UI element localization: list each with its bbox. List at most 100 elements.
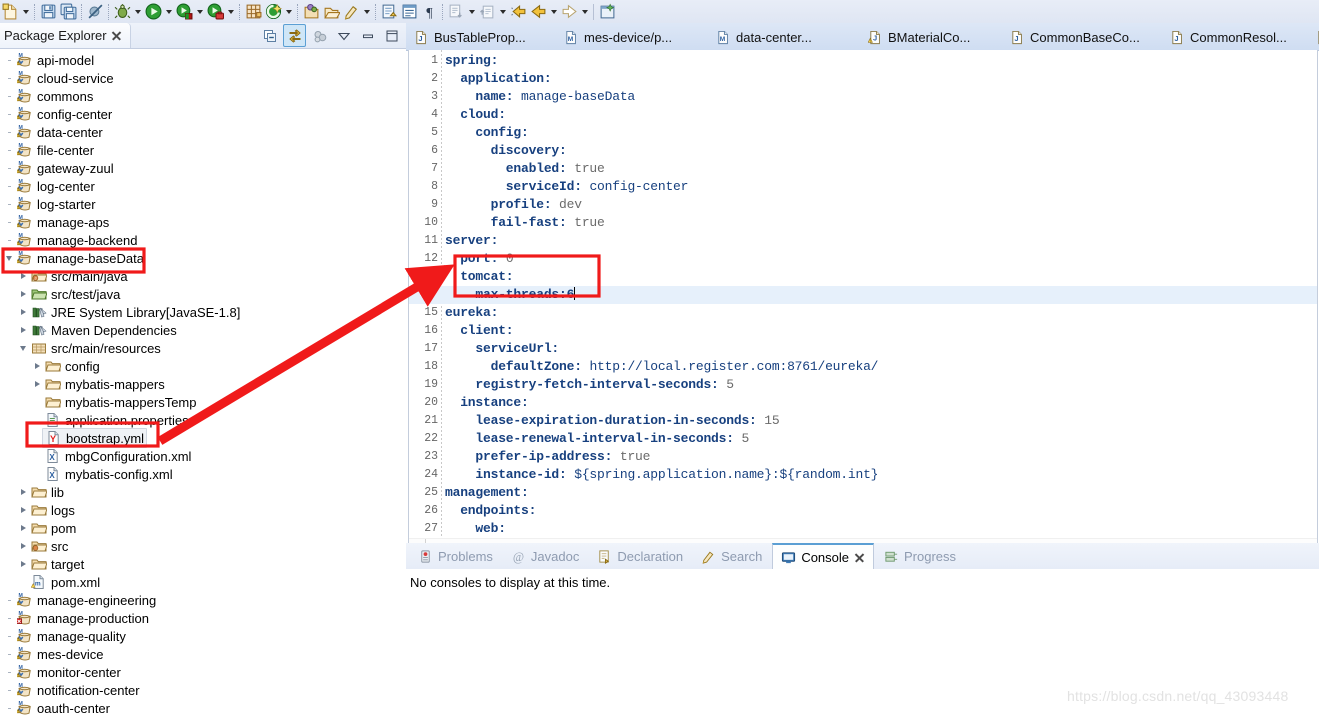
tree-item[interactable]: M!mes-device — [0, 645, 406, 663]
tree-item-content[interactable]: logs — [30, 501, 75, 519]
minimize-icon[interactable] — [357, 25, 378, 46]
tree-item[interactable]: target — [0, 555, 406, 573]
package-explorer-tab[interactable]: Package Explorer — [0, 23, 131, 48]
prevedit-dropdown[interactable] — [497, 2, 508, 22]
tree-item-content[interactable]: application.properties — [44, 411, 189, 429]
run-coverage-icon[interactable] — [174, 2, 194, 22]
editor-tab[interactable]: Mmes-device/p... — [556, 24, 708, 50]
tree-item[interactable]: M!log-starter — [0, 195, 406, 213]
tree-item[interactable]: Mmanage-production — [0, 609, 406, 627]
code-line[interactable]: profile: dev — [445, 196, 1317, 214]
code-line[interactable]: server: — [445, 232, 1317, 250]
tree-item[interactable]: M!config-center — [0, 105, 406, 123]
collapse-all-icon[interactable] — [259, 25, 280, 46]
code-line[interactable]: max-threads:6 — [409, 286, 1318, 304]
expand-arrow-icon[interactable] — [16, 303, 30, 321]
tree-item[interactable]: src/test/java — [0, 285, 406, 303]
collapse-arrow-icon[interactable] — [16, 339, 30, 357]
coverage-dropdown[interactable] — [194, 2, 205, 22]
tree-item-content[interactable]: mpom.xml — [30, 573, 100, 591]
tree-item-content[interactable]: mybatis-mappersTemp — [44, 393, 197, 411]
tree-item[interactable]: config — [0, 357, 406, 375]
tree-item-content[interactable]: M!mes-device — [16, 645, 103, 663]
tree-item[interactable]: Xmybatis-config.xml — [0, 465, 406, 483]
debug-dropdown[interactable] — [132, 2, 143, 22]
tree-item[interactable]: M!monitor-center — [0, 663, 406, 681]
toggle-mark-occurrences-icon[interactable] — [399, 2, 419, 22]
tree-item-content[interactable]: M!file-center — [16, 141, 94, 159]
tree-item[interactable]: M!notification-center — [0, 681, 406, 699]
expand-arrow-icon[interactable] — [16, 519, 30, 537]
tree-item-content[interactable]: Xmybatis-config.xml — [44, 465, 173, 483]
tree-item-content[interactable]: M!manage-baseData — [16, 249, 144, 267]
tree-item-content[interactable]: M!monitor-center — [16, 663, 121, 681]
open-type-icon[interactable] — [301, 2, 321, 22]
code-line[interactable]: defaultZone: http://local.register.com:8… — [445, 358, 1317, 376]
code-line[interactable]: spring: — [445, 52, 1317, 70]
code-line[interactable]: port: 0 — [445, 250, 1317, 268]
save-icon[interactable] — [38, 2, 58, 22]
editor-tab[interactable]: J!BMaterialCo... — [860, 24, 1002, 50]
expand-arrow-icon[interactable] — [16, 483, 30, 501]
run-dropdown[interactable] — [163, 2, 174, 22]
code-line[interactable]: lease-expiration-duration-in-seconds: 15 — [445, 412, 1317, 430]
prev-edit-icon[interactable] — [477, 2, 497, 22]
focus-on-active-task-icon[interactable] — [309, 25, 330, 46]
back-dropdown[interactable] — [548, 2, 559, 22]
tree-item-content[interactable]: M!config-center — [16, 105, 112, 123]
code-lines[interactable]: spring: application: name: manage-baseDa… — [445, 50, 1317, 542]
tree-item-content[interactable]: src/test/java — [30, 285, 120, 303]
next-annotation-icon[interactable] — [379, 2, 399, 22]
code-line[interactable]: registry-fetch-interval-seconds: 5 — [445, 376, 1317, 394]
bottom-tab[interactable]: Search — [693, 544, 770, 569]
open-task-icon[interactable] — [321, 2, 341, 22]
tree-item-content[interactable]: M!cloud-service — [16, 69, 114, 87]
tree-item-content[interactable]: src/main/resources — [30, 339, 161, 357]
code-line[interactable]: client: — [445, 322, 1317, 340]
tree-item[interactable]: M!data-center — [0, 123, 406, 141]
tree-item-content[interactable]: mybatis-mappers — [44, 375, 165, 393]
external-tools-icon[interactable] — [263, 2, 283, 22]
tree-item-content[interactable]: M!log-starter — [16, 195, 96, 213]
tree-item-content[interactable]: M!gateway-zuul — [16, 159, 114, 177]
tree-item[interactable]: M!cloud-service — [0, 69, 406, 87]
code-line[interactable]: prefer-ip-address: true — [445, 448, 1317, 466]
run-icon[interactable] — [143, 2, 163, 22]
expand-arrow-icon[interactable] — [16, 285, 30, 303]
tree-item[interactable]: JRE System Library [JavaSE-1.8] — [0, 303, 406, 321]
expand-arrow-icon[interactable] — [16, 267, 30, 285]
tree-item-content[interactable]: Maven Dependencies — [30, 321, 177, 339]
link-with-editor-icon[interactable] — [283, 24, 306, 47]
tree-item-content[interactable]: JRE System Library [JavaSE-1.8] — [30, 303, 240, 321]
code-line[interactable]: eureka: — [445, 304, 1317, 322]
tree-item[interactable]: M!commons — [0, 87, 406, 105]
bottom-tab[interactable]: Progress — [876, 544, 964, 569]
code-line[interactable]: web: — [445, 520, 1317, 538]
tree-item[interactable]: lib — [0, 483, 406, 501]
tree-item[interactable]: M!oauth-center — [0, 699, 406, 717]
tree-item-content[interactable]: config — [44, 357, 100, 375]
tree-item-content[interactable]: target — [30, 555, 84, 573]
editor-tab[interactable]: JBaseDi — [1308, 24, 1319, 50]
view-menu-icon[interactable] — [333, 25, 354, 46]
tree-item[interactable]: M!file-center — [0, 141, 406, 159]
tree-item[interactable]: mpom.xml — [0, 573, 406, 591]
tree-item[interactable]: M!manage-aps — [0, 213, 406, 231]
tree-item-content[interactable]: pom — [30, 519, 76, 537]
bottom-tab[interactable]: Problems — [410, 544, 501, 569]
tree-item[interactable]: M!log-center — [0, 177, 406, 195]
tree-item[interactable]: M!manage-baseData — [0, 249, 406, 267]
tree-item[interactable]: src — [0, 537, 406, 555]
tree-item[interactable]: mybatis-mappers — [0, 375, 406, 393]
code-line[interactable]: lease-renewal-interval-in-seconds: 5 — [445, 430, 1317, 448]
tree-item[interactable]: Maven Dependencies — [0, 321, 406, 339]
code-line[interactable]: endpoints: — [445, 502, 1317, 520]
exttools-dropdown[interactable] — [283, 2, 294, 22]
tree-item-content[interactable]: Mmanage-production — [16, 609, 149, 627]
expand-arrow-icon[interactable] — [16, 537, 30, 555]
new-wizard-icon[interactable] — [0, 2, 20, 22]
expand-arrow-icon[interactable] — [16, 555, 30, 573]
code-line[interactable]: tomcat: — [445, 268, 1317, 286]
tree-item-content[interactable]: M!manage-engineering — [16, 591, 156, 609]
tree-item-content[interactable]: XmbgConfiguration.xml — [44, 447, 191, 465]
